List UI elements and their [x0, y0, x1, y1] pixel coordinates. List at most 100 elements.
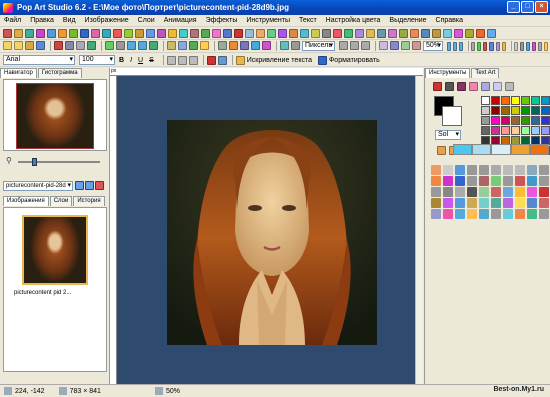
tool-button-9[interactable] — [527, 165, 537, 175]
tool-button-17[interactable] — [503, 176, 513, 186]
close-button[interactable]: × — [535, 1, 548, 13]
align-right-icon[interactable] — [188, 55, 198, 65]
palette-swatch-10[interactable] — [501, 106, 510, 115]
canvas-area[interactable] — [117, 76, 423, 384]
palette-swatch-1[interactable] — [481, 96, 490, 105]
effect-icon-42[interactable] — [454, 28, 463, 38]
effect-icon-5[interactable] — [47, 28, 56, 38]
tool-button-31[interactable] — [431, 198, 441, 208]
tool-icon-9[interactable] — [105, 41, 114, 50]
palette-swatch-17[interactable] — [501, 116, 510, 125]
tool-button-5[interactable] — [479, 165, 489, 175]
right-tool-icon-12[interactable] — [525, 41, 530, 51]
effect-icon-18[interactable] — [190, 28, 199, 38]
palette-swatch-20[interactable] — [531, 116, 540, 125]
zoom-select[interactable]: 50% — [422, 41, 443, 51]
tool-icon-5[interactable] — [54, 41, 63, 50]
tool-icon-12[interactable] — [138, 41, 147, 50]
effect-icon-36[interactable] — [388, 28, 397, 38]
menu-text[interactable]: Текст — [299, 17, 317, 24]
tool-icon-17[interactable] — [200, 41, 209, 50]
tool-button-6[interactable] — [491, 165, 501, 175]
align-left-icon[interactable] — [166, 55, 176, 65]
tool-icon-13[interactable] — [149, 41, 158, 50]
tool-button-32[interactable] — [443, 198, 453, 208]
effect-icon-25[interactable] — [267, 28, 276, 38]
right-tool-icon-1[interactable] — [447, 41, 452, 51]
right-tool-icon-8[interactable] — [495, 41, 500, 51]
tool-button-27[interactable] — [503, 187, 513, 197]
right-tool-icon-5[interactable] — [477, 41, 482, 51]
effect-icon-32[interactable] — [344, 28, 353, 38]
tool-icon-6[interactable] — [65, 41, 74, 50]
effect-icon-23[interactable] — [245, 28, 254, 38]
tool-button-2[interactable] — [443, 165, 453, 175]
palette-swatch-2[interactable] — [491, 96, 500, 105]
color-mode-icon-6[interactable] — [493, 82, 502, 91]
strike-button[interactable]: S — [149, 57, 154, 64]
view-icon-7[interactable] — [411, 41, 421, 50]
tool-button-37[interactable] — [503, 198, 513, 208]
next-image-icon[interactable] — [85, 181, 94, 190]
tool-button-12[interactable] — [443, 176, 453, 186]
fill-mode-select[interactable]: Sol — [435, 130, 461, 140]
tool-button-1[interactable] — [431, 165, 441, 175]
tool-button-14[interactable] — [467, 176, 477, 186]
tool-button-4[interactable] — [467, 165, 477, 175]
tool-icon-7[interactable] — [76, 41, 85, 50]
view-icon-1[interactable] — [338, 41, 348, 50]
right-tool-icon-4[interactable] — [471, 41, 476, 51]
tool-button-41[interactable] — [431, 209, 441, 219]
palette-swatch-25[interactable] — [511, 126, 520, 135]
right-tool-icon-3[interactable] — [459, 41, 464, 51]
color-mode-icon-5[interactable] — [481, 82, 490, 91]
menu-image[interactable]: Изображение — [85, 17, 129, 24]
brush-icon[interactable] — [437, 146, 446, 155]
right-tool-icon-10[interactable] — [513, 41, 518, 51]
effect-icon-44[interactable] — [476, 28, 485, 38]
tool-button-16[interactable] — [491, 176, 501, 186]
tool-button-21[interactable] — [431, 187, 441, 197]
maximize-button[interactable]: □ — [521, 1, 534, 13]
view-icon-2[interactable] — [349, 41, 359, 50]
menu-tools[interactable]: Инструменты — [246, 17, 290, 24]
tab-images[interactable]: Изображения — [3, 196, 49, 206]
tool-icon-19[interactable] — [229, 41, 238, 50]
palette-swatch-23[interactable] — [491, 126, 500, 135]
palette-swatch-22[interactable] — [481, 126, 490, 135]
menu-help[interactable]: Справка — [436, 17, 463, 24]
tool-icon-3[interactable] — [25, 41, 34, 50]
palette-swatch-13[interactable] — [531, 106, 540, 115]
palette-swatch-24[interactable] — [501, 126, 510, 135]
tool-icon-18[interactable] — [218, 41, 227, 50]
palette-swatch-6[interactable] — [531, 96, 540, 105]
menu-view[interactable]: Вид — [63, 17, 76, 24]
effect-icon-38[interactable] — [410, 28, 419, 38]
effect-icon-3[interactable] — [25, 28, 34, 38]
menu-animation[interactable]: Анимация — [164, 17, 197, 24]
tool-button-8[interactable] — [515, 165, 525, 175]
effect-icon-20[interactable] — [212, 28, 221, 38]
effect-icon-1[interactable] — [3, 28, 12, 38]
tool-button-30[interactable] — [539, 187, 549, 197]
palette-swatch-26[interactable] — [521, 126, 530, 135]
tool-button-50[interactable] — [539, 209, 549, 219]
effect-icon-40[interactable] — [432, 28, 441, 38]
tool-button-26[interactable] — [491, 187, 501, 197]
effect-icon-37[interactable] — [399, 28, 408, 38]
tool-icon-24[interactable] — [291, 41, 300, 50]
palette-swatch-5[interactable] — [521, 96, 530, 105]
tool-icon-15[interactable] — [178, 41, 187, 50]
effect-icon-39[interactable] — [421, 28, 430, 38]
palette-swatch-7[interactable] — [541, 96, 550, 105]
color-mode-icon-2[interactable] — [445, 82, 454, 91]
view-icon-3[interactable] — [360, 41, 370, 50]
effect-icon-28[interactable] — [300, 28, 309, 38]
tool-button-13[interactable] — [455, 176, 465, 186]
palette-swatch-8[interactable] — [481, 106, 490, 115]
tool-icon-16[interactable] — [189, 41, 198, 50]
tool-button-36[interactable] — [491, 198, 501, 208]
palette-swatch-11[interactable] — [511, 106, 520, 115]
tool-button-34[interactable] — [467, 198, 477, 208]
palette-swatch-9[interactable] — [491, 106, 500, 115]
